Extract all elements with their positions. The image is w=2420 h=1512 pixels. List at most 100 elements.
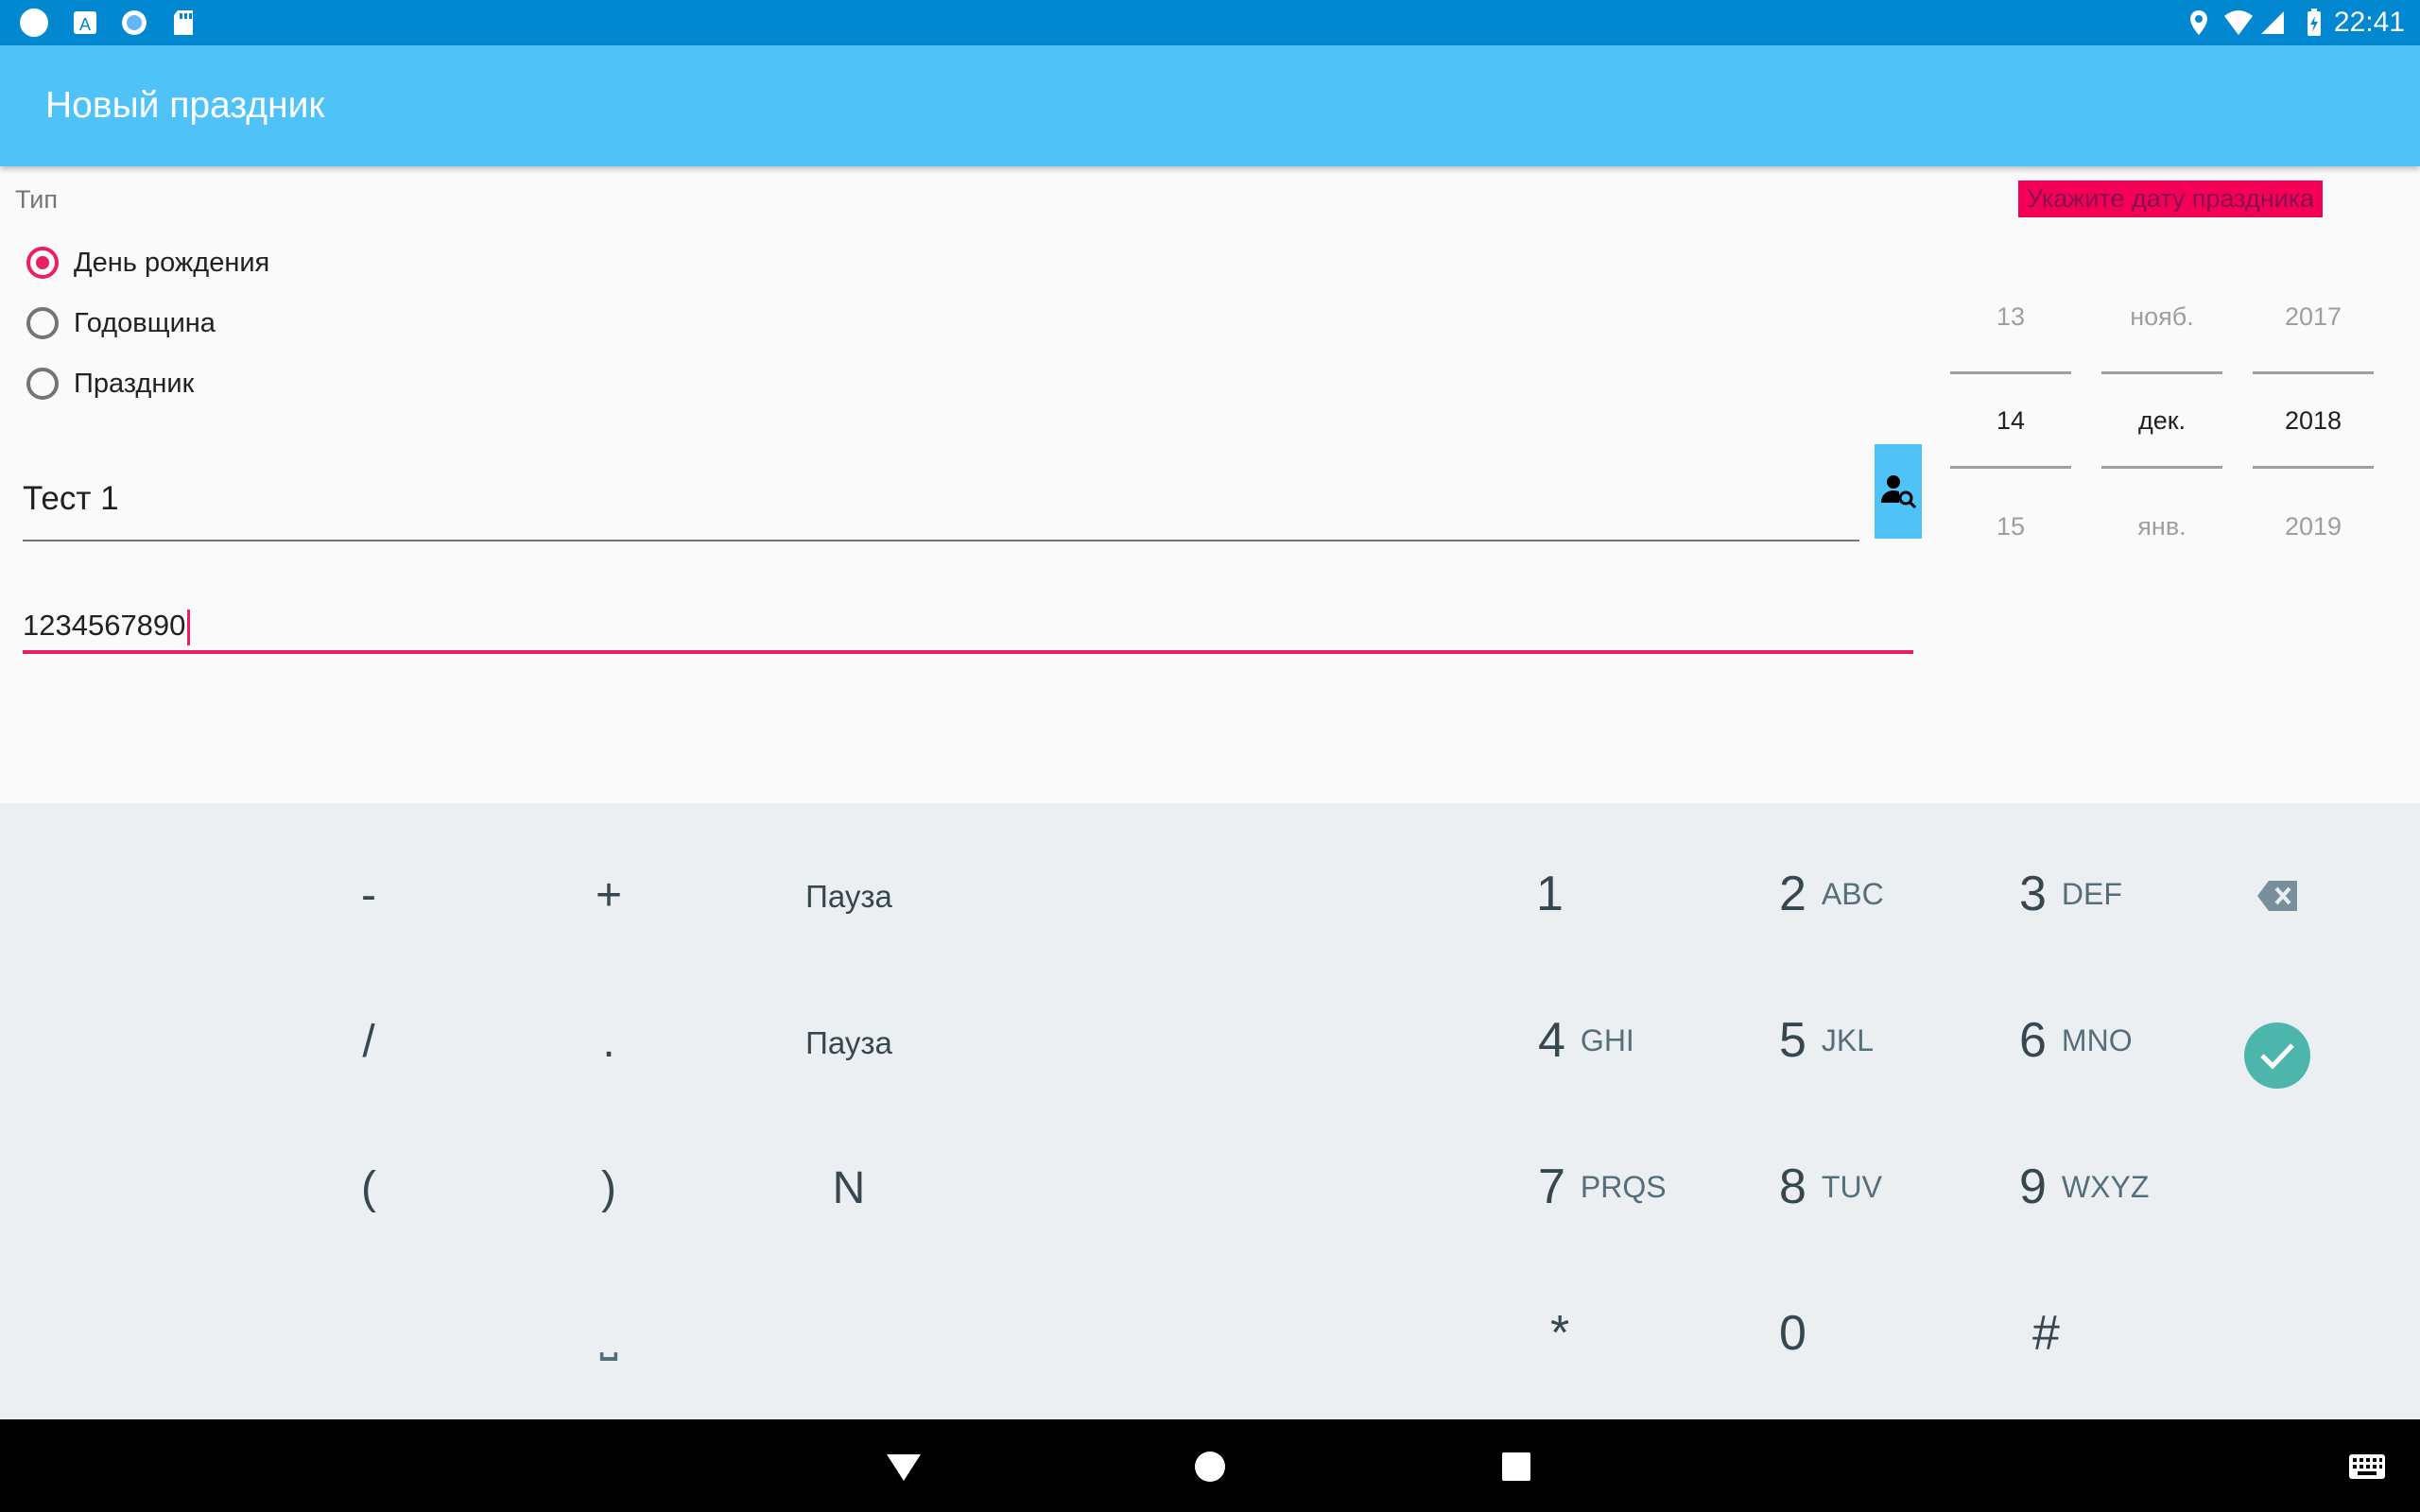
numeric-keyboard: - + Пауза / . Пауза ( ) N ⎵ 1 2 ABC 3 DE… <box>0 803 2420 1419</box>
key-letters: GHI <box>1580 1022 1634 1057</box>
key-5[interactable]: 5 JKL <box>1779 1012 1874 1069</box>
app-bar: Новый праздник <box>0 45 2420 166</box>
navigation-bar <box>0 1419 2420 1512</box>
key-digit: 1 <box>1536 867 1564 921</box>
month-prev[interactable]: нояб. <box>2101 302 2222 332</box>
text-cursor <box>187 609 191 645</box>
key-letters: DEF <box>2061 876 2122 911</box>
name-field-underline <box>23 540 1859 541</box>
font-app-icon: A <box>74 11 96 34</box>
backspace-icon[interactable] <box>2256 877 2301 915</box>
done-button[interactable] <box>2244 1022 2310 1089</box>
month-picker[interactable]: нояб. дек. янв. <box>2101 274 2222 567</box>
picker-divider <box>2253 466 2374 469</box>
name-field[interactable]: Тест 1 <box>23 480 119 518</box>
key-digit: 8 <box>1779 1160 1806 1214</box>
key-digit: 7 <box>1538 1160 1565 1214</box>
key-digit: # <box>2032 1306 2060 1361</box>
key-letters: TUV <box>1821 1169 1882 1204</box>
day-prev[interactable]: 13 <box>1950 302 2071 332</box>
date-warning-label: Укажите дату праздника <box>2018 180 2323 217</box>
phone-field-value: 1234567890 <box>23 609 186 642</box>
sync-icon <box>122 10 147 35</box>
type-label: Тип <box>15 185 59 214</box>
key-letters: PRQS <box>1580 1169 1667 1204</box>
key-left-paren[interactable]: ( <box>312 1162 425 1214</box>
radio-birthday[interactable]: День рождения <box>26 240 269 285</box>
radio-button[interactable] <box>26 307 59 339</box>
radio-label: Годовщина <box>74 307 216 338</box>
radio-button[interactable] <box>26 368 59 400</box>
svg-text:A: A <box>79 15 91 34</box>
key-dot[interactable]: . <box>552 1016 666 1068</box>
picker-divider <box>2101 371 2222 374</box>
key-digit: 3 <box>2019 867 2047 921</box>
key-digit: 0 <box>1779 1306 1806 1361</box>
phone-field-underline <box>23 650 1913 654</box>
key-8[interactable]: 8 TUV <box>1779 1159 1882 1215</box>
key-pause[interactable]: Пауза <box>754 879 943 915</box>
key-digit: 2 <box>1779 867 1806 921</box>
contact-search-button[interactable] <box>1875 444 1922 539</box>
key-6[interactable]: 6 MNO <box>2019 1012 2133 1069</box>
home-icon[interactable] <box>1193 1450 1227 1484</box>
key-9[interactable]: 9 WXYZ <box>2019 1159 2149 1215</box>
key-letters: ABC <box>1821 876 1884 911</box>
key-1[interactable]: 1 <box>1536 866 1564 922</box>
check-icon <box>2260 1043 2294 1070</box>
picker-divider <box>2101 466 2222 469</box>
key-pause-long[interactable]: Пауза <box>754 1025 943 1061</box>
key-minus[interactable]: - <box>312 869 425 921</box>
day-next[interactable]: 15 <box>1950 512 2071 541</box>
status-time: 22:41 <box>2333 7 2405 38</box>
contact-search-icon <box>1881 475 1917 509</box>
year-next[interactable]: 2019 <box>2253 512 2374 541</box>
signal-icon <box>2261 11 2284 34</box>
back-icon[interactable] <box>885 1452 923 1484</box>
key-space[interactable]: ⎵ <box>552 1309 666 1362</box>
key-2[interactable]: 2 ABC <box>1779 866 1884 922</box>
page-title: Новый праздник <box>45 85 325 126</box>
location-icon <box>2190 10 2207 35</box>
phone-field[interactable]: 1234567890 <box>23 609 191 645</box>
key-digit: 6 <box>2019 1013 2047 1068</box>
status-bar: A 22:41 <box>0 0 2420 45</box>
key-digit: * <box>1550 1306 1570 1361</box>
circle-notification-icon <box>20 9 48 37</box>
key-7[interactable]: 7 PRQS <box>1538 1159 1667 1215</box>
key-3[interactable]: 3 DEF <box>2019 866 2122 922</box>
year-current[interactable]: 2018 <box>2253 406 2374 436</box>
key-letters: JKL <box>1821 1022 1875 1057</box>
picker-divider <box>2253 371 2374 374</box>
day-current[interactable]: 14 <box>1950 406 2071 436</box>
key-n[interactable]: N <box>792 1162 906 1214</box>
key-digit: 4 <box>1538 1013 1565 1068</box>
keyboard-icon[interactable] <box>2348 1453 2386 1480</box>
key-right-paren[interactable]: ) <box>552 1162 666 1214</box>
radio-label: День рождения <box>74 247 270 278</box>
wifi-icon <box>2224 10 2253 35</box>
month-current[interactable]: дек. <box>2101 406 2222 436</box>
radio-button-checked[interactable] <box>26 247 59 279</box>
battery-charging-icon <box>2308 9 2321 36</box>
key-4[interactable]: 4 GHI <box>1538 1012 1634 1069</box>
key-0[interactable]: 0 <box>1779 1305 1806 1362</box>
year-prev[interactable]: 2017 <box>2253 302 2374 332</box>
key-star[interactable]: * <box>1550 1305 1569 1362</box>
year-picker[interactable]: 2017 2018 2019 <box>2253 274 2374 567</box>
key-digit: 5 <box>1779 1013 1806 1068</box>
radio-holiday[interactable]: Праздник <box>26 361 194 406</box>
day-picker[interactable]: 13 14 15 <box>1950 274 2071 567</box>
radio-anniversary[interactable]: Годовщина <box>26 301 216 346</box>
key-slash[interactable]: / <box>312 1016 425 1068</box>
radio-label: Праздник <box>74 368 195 399</box>
key-hash[interactable]: # <box>2032 1305 2060 1362</box>
sd-card-icon <box>174 10 193 35</box>
key-letters: WXYZ <box>2061 1169 2150 1204</box>
picker-divider <box>1950 466 2071 469</box>
key-letters: MNO <box>2061 1022 2133 1057</box>
key-digit: 9 <box>2019 1160 2047 1214</box>
recents-icon[interactable] <box>1501 1452 1531 1482</box>
key-plus[interactable]: + <box>552 869 666 921</box>
month-next[interactable]: янв. <box>2101 512 2222 541</box>
